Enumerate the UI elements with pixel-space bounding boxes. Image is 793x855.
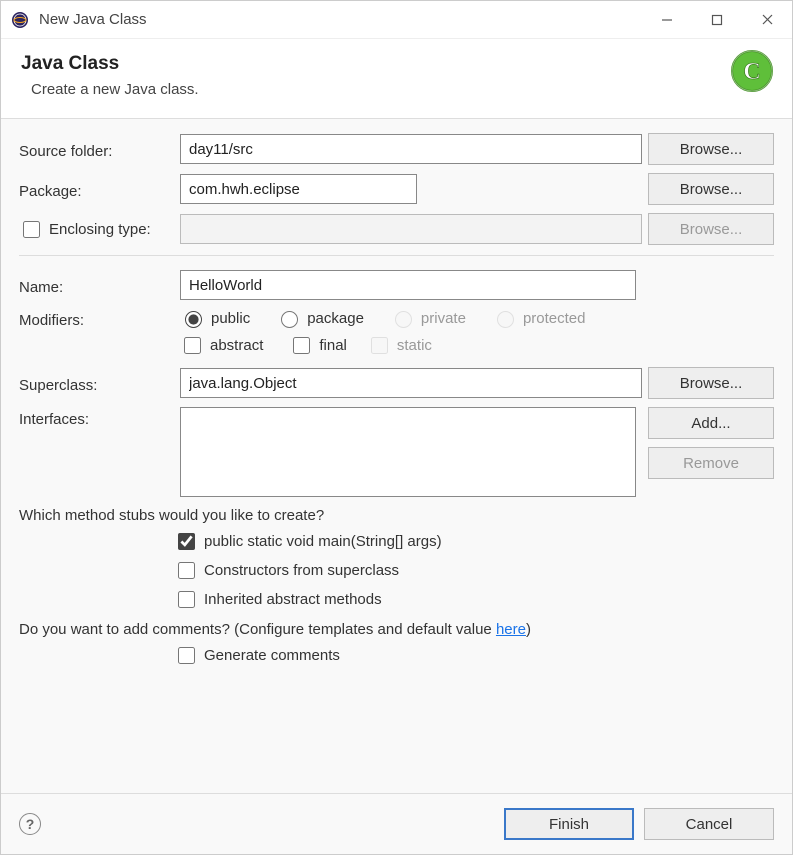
stub-inherited-checkbox[interactable]: Inherited abstract methods	[174, 588, 754, 611]
superclass-input[interactable]	[180, 368, 642, 398]
configure-templates-link[interactable]: here	[496, 621, 526, 638]
source-folder-input[interactable]	[180, 134, 642, 164]
minimize-button[interactable]	[642, 1, 692, 39]
interfaces-list[interactable]	[180, 407, 636, 497]
interfaces-remove-button: Remove	[648, 447, 774, 479]
form-body: Source folder: Browse... Package: Browse…	[1, 119, 792, 793]
source-folder-browse-button[interactable]: Browse...	[648, 133, 774, 165]
name-input[interactable]	[180, 270, 636, 300]
package-label: Package:	[19, 179, 174, 200]
stubs-question: Which method stubs would you like to cre…	[19, 507, 774, 524]
modifier-private-radio: private	[390, 308, 466, 328]
enclosing-type-label: Enclosing type:	[49, 221, 151, 238]
separator	[19, 255, 774, 256]
source-folder-label: Source folder:	[19, 139, 174, 160]
interfaces-label: Interfaces:	[19, 407, 174, 428]
finish-button[interactable]: Finish	[504, 808, 634, 840]
modifier-final-checkbox[interactable]: final	[289, 334, 347, 357]
modifier-protected-radio: protected	[492, 308, 586, 328]
close-button[interactable]	[742, 1, 792, 39]
cancel-button[interactable]: Cancel	[644, 808, 774, 840]
enclosing-type-browse-button: Browse...	[648, 213, 774, 245]
modifiers-label: Modifiers:	[19, 308, 174, 329]
titlebar: New Java Class	[1, 1, 792, 39]
modifier-abstract-checkbox[interactable]: abstract	[180, 334, 263, 357]
superclass-browse-button[interactable]: Browse...	[648, 367, 774, 399]
banner-heading: Java Class	[21, 53, 772, 75]
package-input[interactable]	[180, 174, 417, 204]
name-label: Name:	[19, 275, 174, 296]
maximize-button[interactable]	[692, 1, 742, 39]
package-browse-button[interactable]: Browse...	[648, 173, 774, 205]
interfaces-add-button[interactable]: Add...	[648, 407, 774, 439]
help-icon[interactable]: ?	[19, 813, 41, 835]
dialog-footer: ? Finish Cancel	[1, 793, 792, 854]
enclosing-type-checkbox-input[interactable]	[23, 221, 40, 238]
enclosing-type-input	[180, 214, 642, 244]
window-title: New Java Class	[39, 11, 147, 28]
stub-main-checkbox[interactable]: public static void main(String[] args)	[174, 530, 754, 553]
svg-text:C: C	[743, 59, 760, 85]
comments-question: Do you want to add comments? (Configure …	[19, 621, 774, 638]
modifier-public-radio[interactable]: public	[180, 308, 250, 328]
eclipse-icon	[11, 11, 29, 29]
modifier-static-checkbox: static	[367, 334, 432, 357]
enclosing-type-checkbox[interactable]: Enclosing type:	[19, 218, 174, 241]
stub-constructors-checkbox[interactable]: Constructors from superclass	[174, 559, 754, 582]
superclass-label: Superclass:	[19, 373, 174, 394]
modifier-package-radio[interactable]: package	[276, 308, 364, 328]
dialog-banner: Java Class Create a new Java class. C	[1, 39, 792, 119]
banner-subtitle: Create a new Java class.	[31, 81, 772, 98]
generate-comments-checkbox[interactable]: Generate comments	[174, 644, 754, 667]
class-badge-icon: C	[730, 49, 774, 93]
